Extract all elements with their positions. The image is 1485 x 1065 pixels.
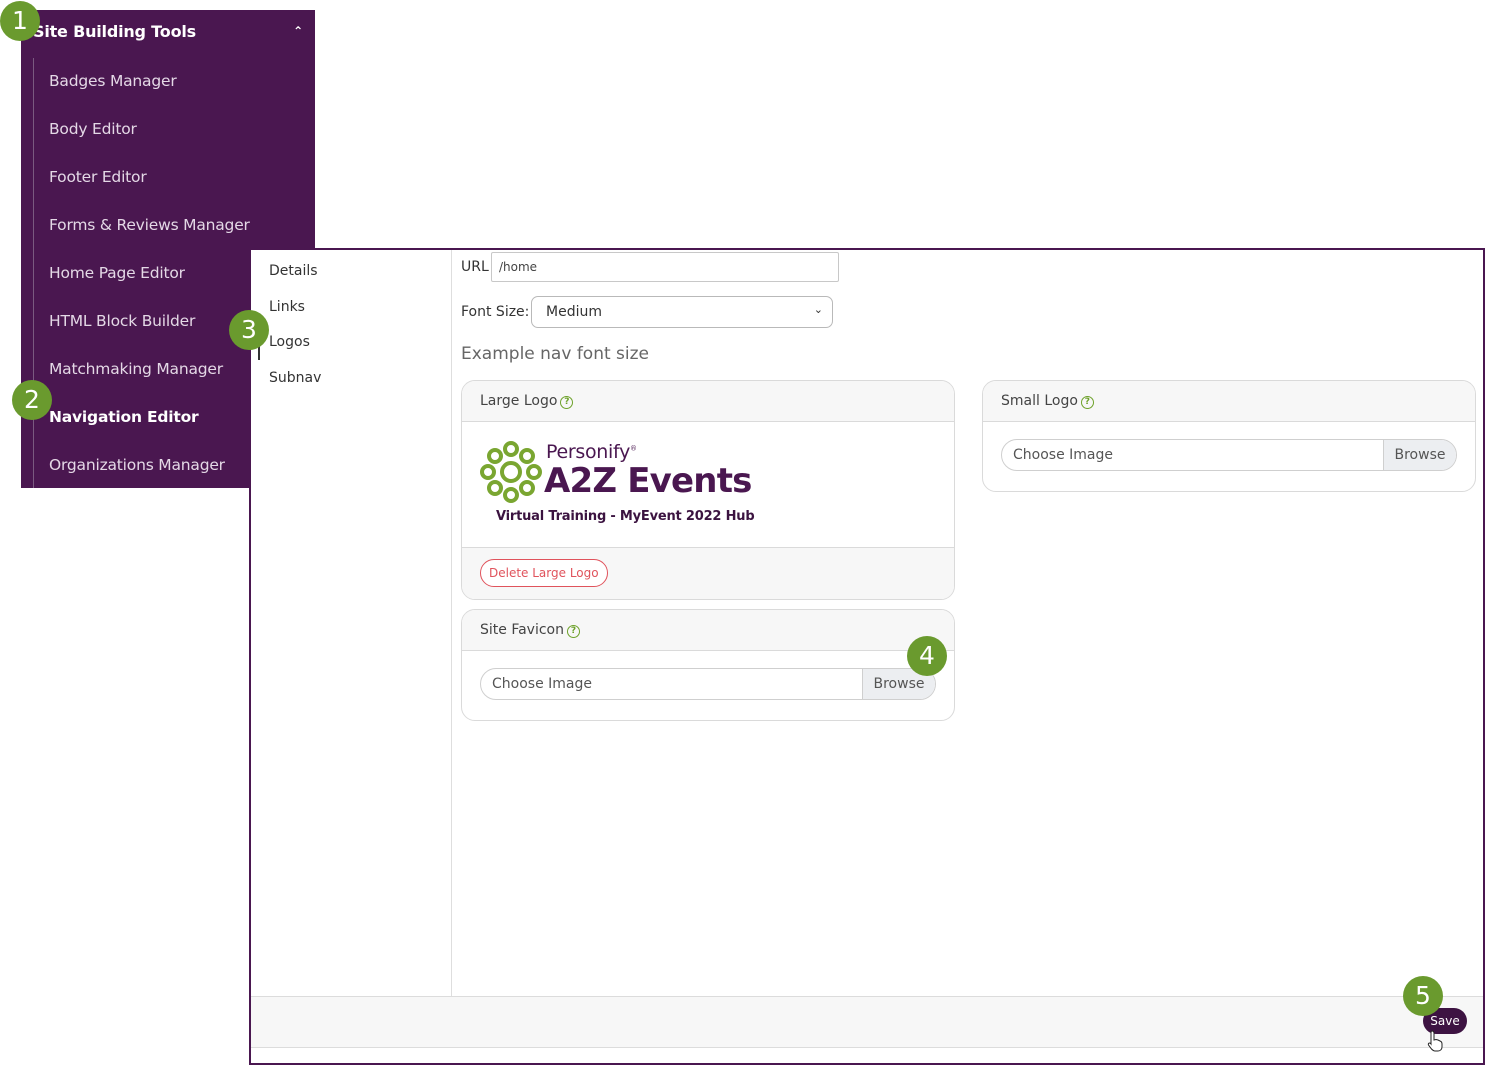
registered-mark: ®	[630, 444, 637, 453]
url-input[interactable]	[491, 252, 839, 282]
step-badge-1: 1	[0, 1, 40, 41]
sidebar-item-home-page-editor[interactable]: Home Page Editor	[49, 264, 185, 282]
sidebar-item-footer-editor[interactable]: Footer Editor	[49, 168, 147, 186]
url-label: URL	[461, 259, 489, 275]
a2z-events-logo: Personify® A2Z Events Virtual Training -…	[478, 437, 758, 537]
step-badge-2: 2	[12, 380, 52, 420]
delete-large-logo-button[interactable]: Delete Large Logo	[480, 559, 608, 587]
help-icon[interactable]: ?	[1080, 396, 1094, 409]
step-badge-5: 5	[1403, 976, 1443, 1016]
site-favicon-card: Site Favicon? Choose Image Browse	[461, 609, 955, 721]
large-logo-title-text: Large Logo	[480, 393, 558, 409]
site-favicon-title: Site Favicon?	[480, 622, 580, 638]
small-logo-browse-button[interactable]: Browse	[1383, 440, 1456, 470]
logo-subtitle-text: Virtual Training - MyEvent 2022 Hub	[496, 509, 755, 524]
chevron-up-icon[interactable]: ⌃	[293, 24, 303, 38]
small-logo-choose-image-label: Choose Image	[1013, 447, 1113, 463]
sidebar-item-organizations-manager[interactable]: Organizations Manager	[49, 456, 225, 474]
tab-subnav[interactable]: Subnav	[269, 370, 321, 386]
small-logo-card-header: Small Logo?	[983, 381, 1475, 422]
flower-logo-icon	[480, 441, 542, 503]
favicon-choose-image-label: Choose Image	[492, 676, 592, 692]
tab-details[interactable]: Details	[269, 263, 318, 279]
tab-logos[interactable]: Logos	[269, 334, 310, 350]
logo-main-text: A2Z Events	[544, 461, 752, 501]
small-logo-card: Small Logo? Choose Image Browse	[982, 380, 1476, 492]
navigation-editor-panel: Details Links Logos Subnav URL Font Size…	[249, 248, 1485, 1065]
hand-cursor-icon	[1427, 1030, 1443, 1052]
help-icon[interactable]: ?	[560, 396, 574, 409]
large-logo-title: Large Logo?	[480, 393, 574, 409]
sidebar-item-html-block-builder[interactable]: HTML Block Builder	[49, 312, 195, 330]
example-nav-font-text: Example nav font size	[461, 344, 650, 364]
chevron-down-icon: ⌄	[813, 303, 823, 316]
panel-footer	[251, 996, 1483, 1048]
panel-subnav: Details Links Logos Subnav	[251, 250, 452, 996]
step-badge-4: 4	[907, 636, 947, 676]
sidebar-item-badges-manager[interactable]: Badges Manager	[49, 72, 177, 90]
small-logo-file-input[interactable]: Choose Image Browse	[1001, 439, 1457, 471]
sidebar-section-header[interactable]: Site Building Tools ⌃	[33, 22, 303, 46]
step-badge-3: 3	[229, 310, 269, 350]
sidebar-item-body-editor[interactable]: Body Editor	[49, 120, 137, 138]
help-icon[interactable]: ?	[567, 625, 580, 638]
logo-brand-text: Personify®	[546, 441, 637, 463]
sidebar-item-matchmaking-manager[interactable]: Matchmaking Manager	[49, 360, 223, 378]
sidebar-item-navigation-editor[interactable]: Navigation Editor	[49, 408, 199, 426]
font-size-value: Medium	[546, 304, 602, 320]
large-logo-card-header: Large Logo?	[462, 381, 954, 422]
sidebar-header-label: Site Building Tools	[33, 22, 196, 41]
site-favicon-title-text: Site Favicon	[480, 622, 564, 638]
small-logo-title-text: Small Logo	[1001, 393, 1078, 409]
site-favicon-card-header: Site Favicon?	[462, 610, 954, 651]
favicon-file-input[interactable]: Choose Image Browse	[480, 668, 936, 700]
tab-links[interactable]: Links	[269, 299, 305, 315]
small-logo-title: Small Logo?	[1001, 393, 1094, 409]
font-size-select[interactable]: Medium ⌄	[531, 296, 833, 328]
large-logo-card: Large Logo? Personify® A2Z Events Virtua…	[461, 380, 955, 600]
active-tab-indicator	[258, 346, 260, 360]
font-size-label: Font Size:	[461, 304, 530, 320]
sidebar-rail	[33, 58, 34, 488]
sidebar-item-forms-reviews-manager[interactable]: Forms & Reviews Manager	[49, 216, 250, 234]
logo-brand-name: Personify	[546, 441, 631, 463]
